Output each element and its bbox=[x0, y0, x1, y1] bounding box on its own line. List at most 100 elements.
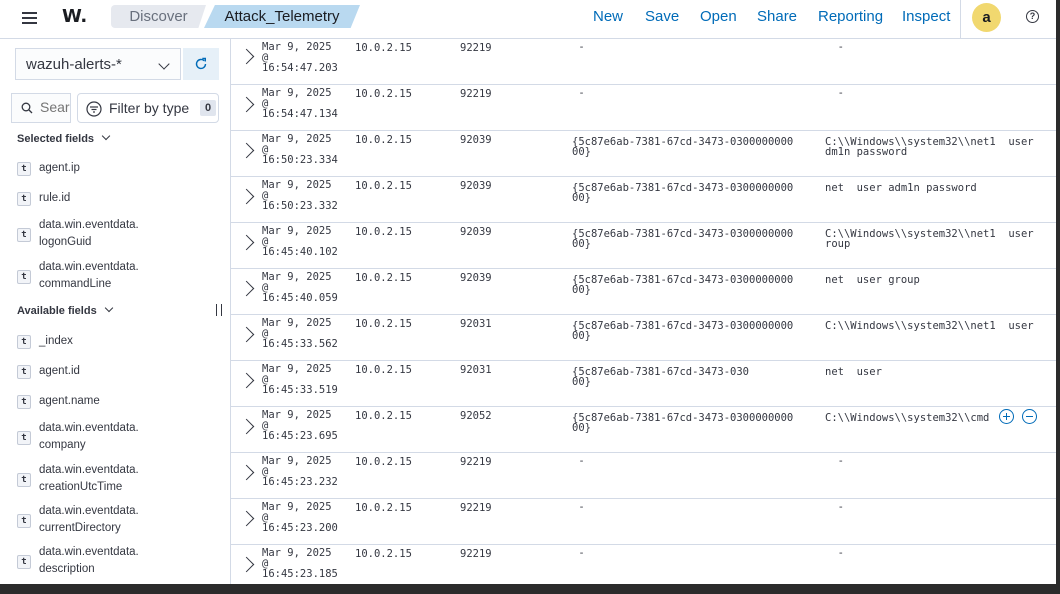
expand-row-icon[interactable] bbox=[238, 234, 255, 251]
timestamp-cell: Mar 9, 2025 @ 16:50:23.334 bbox=[262, 133, 338, 166]
field-name: data.win.eventdata. description bbox=[39, 546, 139, 575]
command-line-cell: - bbox=[825, 88, 844, 98]
filter-icon bbox=[86, 101, 102, 117]
logon-guid-cell: {5c87e6ab-7381-67cd-3473-0300000000 00} bbox=[572, 183, 794, 203]
field-search[interactable] bbox=[11, 93, 71, 123]
refresh-button[interactable] bbox=[183, 48, 219, 80]
search-icon bbox=[21, 102, 33, 114]
logon-guid-cell: {5c87e6ab-7381-67cd-3473-030 00} bbox=[572, 367, 750, 387]
table-row: Mar 9, 2025 @ 16:50:23.332 10.0.2.15 920… bbox=[231, 176, 1056, 223]
table-row: Mar 9, 2025 @ 16:54:47.203 10.0.2.15 922… bbox=[231, 39, 1056, 85]
avatar[interactable]: a bbox=[972, 3, 1001, 32]
agent-ip-cell: 10.0.2.15 bbox=[355, 88, 412, 100]
selected-fields-title: Selected fields bbox=[17, 133, 95, 145]
expand-row-icon[interactable] bbox=[238, 48, 255, 65]
sidebar-resize-handle[interactable] bbox=[216, 304, 222, 316]
timestamp-cell: Mar 9, 2025 @ 16:50:23.332 bbox=[262, 179, 338, 212]
agent-ip-cell: 10.0.2.15 bbox=[355, 548, 412, 560]
cell-filter-actions bbox=[991, 409, 1051, 425]
rule-id-cell: 92219 bbox=[460, 548, 492, 560]
rule-id-cell: 92039 bbox=[460, 226, 492, 238]
expand-row-icon[interactable] bbox=[238, 280, 255, 297]
selected-fields-toggle[interactable]: Selected fields bbox=[17, 131, 111, 145]
rule-id-cell: 92031 bbox=[460, 318, 492, 330]
rule-id-cell: 92219 bbox=[460, 88, 492, 100]
index-pattern-value: wazuh-alerts-* bbox=[26, 56, 122, 73]
filter-out-value-icon[interactable] bbox=[1022, 409, 1037, 424]
rule-id-cell: 92039 bbox=[460, 180, 492, 192]
timestamp-cell: Mar 9, 2025 @ 16:45:23.695 bbox=[262, 409, 338, 442]
inspect-button[interactable]: Inspect bbox=[902, 8, 950, 25]
string-type-icon: t bbox=[17, 270, 31, 284]
open-button[interactable]: Open bbox=[700, 8, 737, 25]
command-line-cell: - bbox=[825, 42, 844, 52]
menu-icon[interactable] bbox=[20, 8, 40, 28]
expand-row-icon[interactable] bbox=[238, 188, 255, 205]
string-type-icon: t bbox=[17, 395, 31, 409]
field-name: agent.id bbox=[39, 365, 80, 377]
expand-row-icon[interactable] bbox=[238, 372, 255, 389]
logon-guid-cell: - bbox=[572, 42, 585, 52]
refresh-icon bbox=[195, 57, 207, 70]
timestamp-cell: Mar 9, 2025 @ 16:45:23.232 bbox=[262, 455, 338, 488]
chevron-down-icon bbox=[158, 58, 170, 70]
string-type-icon: t bbox=[17, 335, 31, 349]
command-line-cell: - bbox=[825, 548, 844, 558]
help-icon[interactable]: ? bbox=[1026, 10, 1039, 23]
expand-row-icon[interactable] bbox=[238, 142, 255, 159]
logon-guid-cell: - bbox=[572, 88, 585, 98]
rule-id-cell: 92219 bbox=[460, 502, 492, 514]
logon-guid-cell: - bbox=[572, 502, 585, 512]
expand-row-icon[interactable] bbox=[238, 96, 255, 113]
rule-id-cell: 92039 bbox=[460, 134, 492, 146]
timestamp-cell: Mar 9, 2025 @ 16:45:23.200 bbox=[262, 501, 338, 534]
reporting-button[interactable]: Reporting bbox=[818, 8, 883, 25]
string-type-icon: t bbox=[17, 162, 31, 176]
rule-id-cell: 92219 bbox=[460, 456, 492, 468]
agent-ip-cell: 10.0.2.15 bbox=[355, 502, 412, 514]
available-fields-toggle[interactable]: Available fields bbox=[17, 303, 113, 317]
breadcrumb-attack-telemetry[interactable]: Attack_Telemetry bbox=[204, 5, 360, 28]
field-name: _index bbox=[39, 335, 73, 347]
string-type-icon: t bbox=[17, 228, 31, 242]
expand-row-icon[interactable] bbox=[238, 556, 255, 573]
logon-guid-cell: {5c87e6ab-7381-67cd-3473-0300000000 00} bbox=[572, 229, 794, 249]
chevron-down-icon bbox=[104, 303, 113, 313]
filter-for-value-icon[interactable] bbox=[999, 409, 1014, 424]
new-button[interactable]: New bbox=[593, 8, 623, 25]
timestamp-cell: Mar 9, 2025 @ 16:45:40.102 bbox=[262, 225, 338, 258]
string-type-icon: t bbox=[17, 473, 31, 487]
rule-id-cell: 92031 bbox=[460, 364, 492, 376]
table-row: Mar 9, 2025 @ 16:45:40.102 10.0.2.15 920… bbox=[231, 222, 1056, 269]
field-name: data.win.eventdata. company bbox=[39, 422, 139, 451]
table-row: Mar 9, 2025 @ 16:45:23.185 10.0.2.15 922… bbox=[231, 544, 1056, 584]
breadcrumb-discover[interactable]: Discover bbox=[111, 5, 206, 28]
expand-row-icon[interactable] bbox=[238, 326, 255, 343]
expand-row-icon[interactable] bbox=[238, 418, 255, 435]
command-line-cell: net user adm1n password bbox=[825, 183, 977, 193]
index-pattern-select[interactable]: wazuh-alerts-* bbox=[15, 48, 181, 80]
app-logo[interactable]: W. bbox=[62, 6, 87, 27]
rule-id-cell: 92052 bbox=[460, 410, 492, 422]
expand-row-icon[interactable] bbox=[238, 510, 255, 527]
filter-count-badge: 0 bbox=[200, 100, 216, 116]
save-button[interactable]: Save bbox=[645, 8, 679, 25]
filter-by-type-button[interactable]: Filter by type 0 bbox=[77, 93, 219, 123]
string-type-icon: t bbox=[17, 514, 31, 528]
agent-ip-cell: 10.0.2.15 bbox=[355, 42, 412, 54]
timestamp-cell: Mar 9, 2025 @ 16:54:47.203 bbox=[262, 41, 338, 74]
expand-row-icon[interactable] bbox=[238, 464, 255, 481]
string-type-icon: t bbox=[17, 192, 31, 206]
logon-guid-cell: - bbox=[572, 456, 585, 466]
command-line-cell: C:\\Windows\\system32\\net1 user bbox=[825, 321, 1034, 331]
timestamp-cell: Mar 9, 2025 @ 16:45:40.059 bbox=[262, 271, 338, 304]
field-name: data.win.eventdata. creationUtcTime bbox=[39, 464, 139, 493]
share-button[interactable]: Share bbox=[757, 8, 797, 25]
documents-table: Mar 9, 2025 @ 16:54:47.203 10.0.2.15 922… bbox=[231, 39, 1056, 584]
field-search-input[interactable] bbox=[40, 99, 70, 115]
agent-ip-cell: 10.0.2.15 bbox=[355, 318, 412, 330]
header-divider bbox=[960, 0, 961, 38]
table-row: Mar 9, 2025 @ 16:45:33.519 10.0.2.15 920… bbox=[231, 360, 1056, 407]
field-sidebar: wazuh-alerts-* Filter by type bbox=[0, 39, 231, 584]
agent-ip-cell: 10.0.2.15 bbox=[355, 364, 412, 376]
